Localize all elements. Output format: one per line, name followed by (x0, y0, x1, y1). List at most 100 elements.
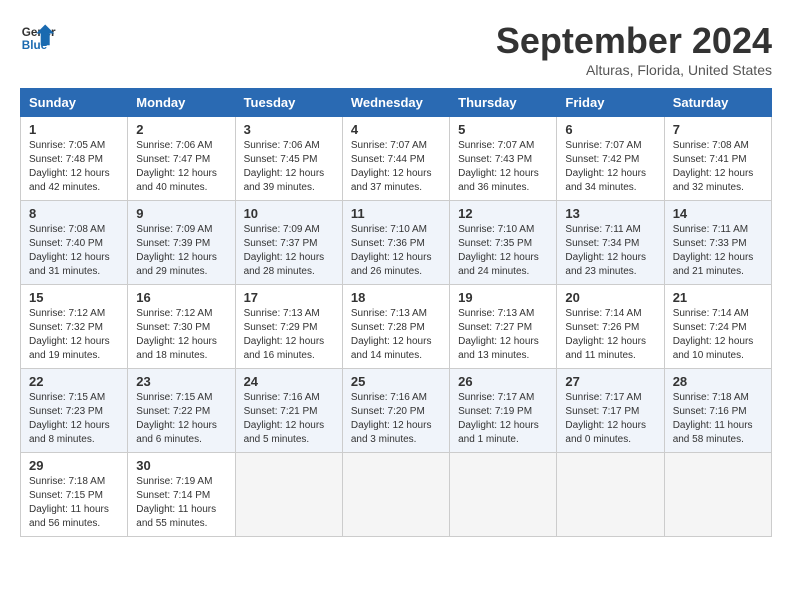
day-number: 16 (136, 290, 226, 305)
day-number: 14 (673, 206, 763, 221)
calendar-day: 16 Sunrise: 7:12 AM Sunset: 7:30 PM Dayli… (128, 285, 235, 369)
day-number: 10 (244, 206, 334, 221)
calendar-day: 17Sunrise: 7:13 AM Sunset: 7:29 PM Dayli… (235, 285, 342, 369)
calendar-day: 7Sunrise: 7:08 AM Sunset: 7:41 PM Daylig… (664, 117, 771, 201)
calendar-day: 11 Sunrise: 7:10 AM Sunset: 7:36 PM Dayli… (342, 201, 449, 285)
calendar-day: 20 Sunrise: 7:14 AM Sunset: 7:26 PM Dayli… (557, 285, 664, 369)
calendar-day: 13 Sunrise: 7:11 AM Sunset: 7:34 PM Dayli… (557, 201, 664, 285)
day-info: Sunrise: 7:10 AM Sunset: 7:35 PM Dayligh… (458, 223, 548, 279)
day-header-saturday: Saturday (664, 89, 771, 117)
day-info: Sunrise: 7:09 AM Sunset: 7:37 PM Dayligh… (244, 223, 334, 279)
day-number: 6 (565, 122, 655, 137)
calendar-day: 26 Sunrise: 7:17 AM Sunset: 7:19 PM Dayli… (450, 369, 557, 453)
calendar-week-row: 1Sunrise: 7:05 AM Sunset: 7:48 PM Daylig… (21, 117, 772, 201)
day-info: Sunrise: 7:11 AM Sunset: 7:33 PM Dayligh… (673, 223, 763, 279)
calendar-day: 1Sunrise: 7:05 AM Sunset: 7:48 PM Daylig… (21, 117, 128, 201)
day-number: 21 (673, 290, 763, 305)
day-header-thursday: Thursday (450, 89, 557, 117)
day-number: 15 (29, 290, 119, 305)
calendar-week-row: 8 Sunrise: 7:08 AM Sunset: 7:40 PM Daylig… (21, 201, 772, 285)
calendar-day: 2Sunrise: 7:06 AM Sunset: 7:47 PM Daylig… (128, 117, 235, 201)
day-header-tuesday: Tuesday (235, 89, 342, 117)
day-info: Sunrise: 7:10 AM Sunset: 7:36 PM Dayligh… (351, 223, 441, 279)
day-number: 4 (351, 122, 441, 137)
day-header-friday: Friday (557, 89, 664, 117)
day-info: Sunrise: 7:12 AM Sunset: 7:30 PM Dayligh… (136, 307, 226, 363)
day-number: 17 (244, 290, 334, 305)
empty-cell (342, 453, 449, 537)
day-number: 26 (458, 374, 548, 389)
day-info: Sunrise: 7:06 AM Sunset: 7:45 PM Dayligh… (244, 139, 334, 195)
calendar-day: 25 Sunrise: 7:16 AM Sunset: 7:20 PM Dayli… (342, 369, 449, 453)
calendar-day: 28Sunrise: 7:18 AM Sunset: 7:16 PM Dayli… (664, 369, 771, 453)
day-number: 29 (29, 458, 119, 473)
header: General Blue September 2024 Alturas, Flo… (20, 20, 772, 78)
calendar-day: 22 Sunrise: 7:15 AM Sunset: 7:23 PM Dayli… (21, 369, 128, 453)
day-number: 7 (673, 122, 763, 137)
calendar-day: 9Sunrise: 7:09 AM Sunset: 7:39 PM Daylig… (128, 201, 235, 285)
day-info: Sunrise: 7:08 AM Sunset: 7:40 PM Dayligh… (29, 223, 119, 279)
calendar-day: 4 Sunrise: 7:07 AM Sunset: 7:44 PM Daylig… (342, 117, 449, 201)
calendar-day: 5 Sunrise: 7:07 AM Sunset: 7:43 PM Daylig… (450, 117, 557, 201)
day-info: Sunrise: 7:07 AM Sunset: 7:44 PM Dayligh… (351, 139, 441, 195)
calendar-week-row: 15 Sunrise: 7:12 AM Sunset: 7:32 PM Dayli… (21, 285, 772, 369)
empty-cell (557, 453, 664, 537)
calendar-body: 1Sunrise: 7:05 AM Sunset: 7:48 PM Daylig… (21, 117, 772, 537)
day-info: Sunrise: 7:07 AM Sunset: 7:43 PM Dayligh… (458, 139, 548, 195)
calendar-day: 29Sunrise: 7:18 AM Sunset: 7:15 PM Dayli… (21, 453, 128, 537)
day-number: 11 (351, 206, 441, 221)
logo-icon: General Blue (20, 20, 56, 56)
day-number: 28 (673, 374, 763, 389)
day-number: 5 (458, 122, 548, 137)
calendar-day: 23Sunrise: 7:15 AM Sunset: 7:22 PM Dayli… (128, 369, 235, 453)
calendar-day: 6 Sunrise: 7:07 AM Sunset: 7:42 PM Daylig… (557, 117, 664, 201)
day-number: 20 (565, 290, 655, 305)
calendar-day: 21 Sunrise: 7:14 AM Sunset: 7:24 PM Dayli… (664, 285, 771, 369)
day-info: Sunrise: 7:15 AM Sunset: 7:23 PM Dayligh… (29, 391, 119, 447)
calendar-table: SundayMondayTuesdayWednesdayThursdayFrid… (20, 88, 772, 537)
day-info: Sunrise: 7:07 AM Sunset: 7:42 PM Dayligh… (565, 139, 655, 195)
calendar-day: 18Sunrise: 7:13 AM Sunset: 7:28 PM Dayli… (342, 285, 449, 369)
title-area: September 2024 Alturas, Florida, United … (496, 20, 772, 78)
calendar-day: 15 Sunrise: 7:12 AM Sunset: 7:32 PM Dayli… (21, 285, 128, 369)
day-number: 8 (29, 206, 119, 221)
day-info: Sunrise: 7:16 AM Sunset: 7:20 PM Dayligh… (351, 391, 441, 447)
day-number: 3 (244, 122, 334, 137)
calendar-day: 27Sunrise: 7:17 AM Sunset: 7:17 PM Dayli… (557, 369, 664, 453)
empty-cell (450, 453, 557, 537)
day-number: 24 (244, 374, 334, 389)
days-header-row: SundayMondayTuesdayWednesdayThursdayFrid… (21, 89, 772, 117)
calendar-day: 19Sunrise: 7:13 AM Sunset: 7:27 PM Dayli… (450, 285, 557, 369)
day-number: 13 (565, 206, 655, 221)
calendar-day: 12 Sunrise: 7:10 AM Sunset: 7:35 PM Dayli… (450, 201, 557, 285)
day-info: Sunrise: 7:14 AM Sunset: 7:24 PM Dayligh… (673, 307, 763, 363)
day-info: Sunrise: 7:12 AM Sunset: 7:32 PM Dayligh… (29, 307, 119, 363)
day-number: 1 (29, 122, 119, 137)
day-info: Sunrise: 7:13 AM Sunset: 7:28 PM Dayligh… (351, 307, 441, 363)
sub-title: Alturas, Florida, United States (496, 62, 772, 78)
calendar-day: 3 Sunrise: 7:06 AM Sunset: 7:45 PM Daylig… (235, 117, 342, 201)
calendar-day: 10 Sunrise: 7:09 AM Sunset: 7:37 PM Dayli… (235, 201, 342, 285)
day-number: 22 (29, 374, 119, 389)
main-title: September 2024 (496, 20, 772, 62)
day-number: 25 (351, 374, 441, 389)
day-header-monday: Monday (128, 89, 235, 117)
day-info: Sunrise: 7:13 AM Sunset: 7:27 PM Dayligh… (458, 307, 548, 363)
day-number: 2 (136, 122, 226, 137)
day-info: Sunrise: 7:17 AM Sunset: 7:19 PM Dayligh… (458, 391, 548, 447)
day-number: 23 (136, 374, 226, 389)
day-info: Sunrise: 7:11 AM Sunset: 7:34 PM Dayligh… (565, 223, 655, 279)
calendar-day: 14 Sunrise: 7:11 AM Sunset: 7:33 PM Dayli… (664, 201, 771, 285)
logo: General Blue (20, 20, 56, 56)
day-info: Sunrise: 7:14 AM Sunset: 7:26 PM Dayligh… (565, 307, 655, 363)
day-info: Sunrise: 7:17 AM Sunset: 7:17 PM Dayligh… (565, 391, 655, 447)
day-info: Sunrise: 7:16 AM Sunset: 7:21 PM Dayligh… (244, 391, 334, 447)
empty-cell (235, 453, 342, 537)
calendar-week-row: 22 Sunrise: 7:15 AM Sunset: 7:23 PM Dayli… (21, 369, 772, 453)
calendar-day: 30Sunrise: 7:19 AM Sunset: 7:14 PM Dayli… (128, 453, 235, 537)
day-number: 12 (458, 206, 548, 221)
day-info: Sunrise: 7:09 AM Sunset: 7:39 PM Dayligh… (136, 223, 226, 279)
day-header-wednesday: Wednesday (342, 89, 449, 117)
calendar-week-row: 29Sunrise: 7:18 AM Sunset: 7:15 PM Dayli… (21, 453, 772, 537)
day-header-sunday: Sunday (21, 89, 128, 117)
